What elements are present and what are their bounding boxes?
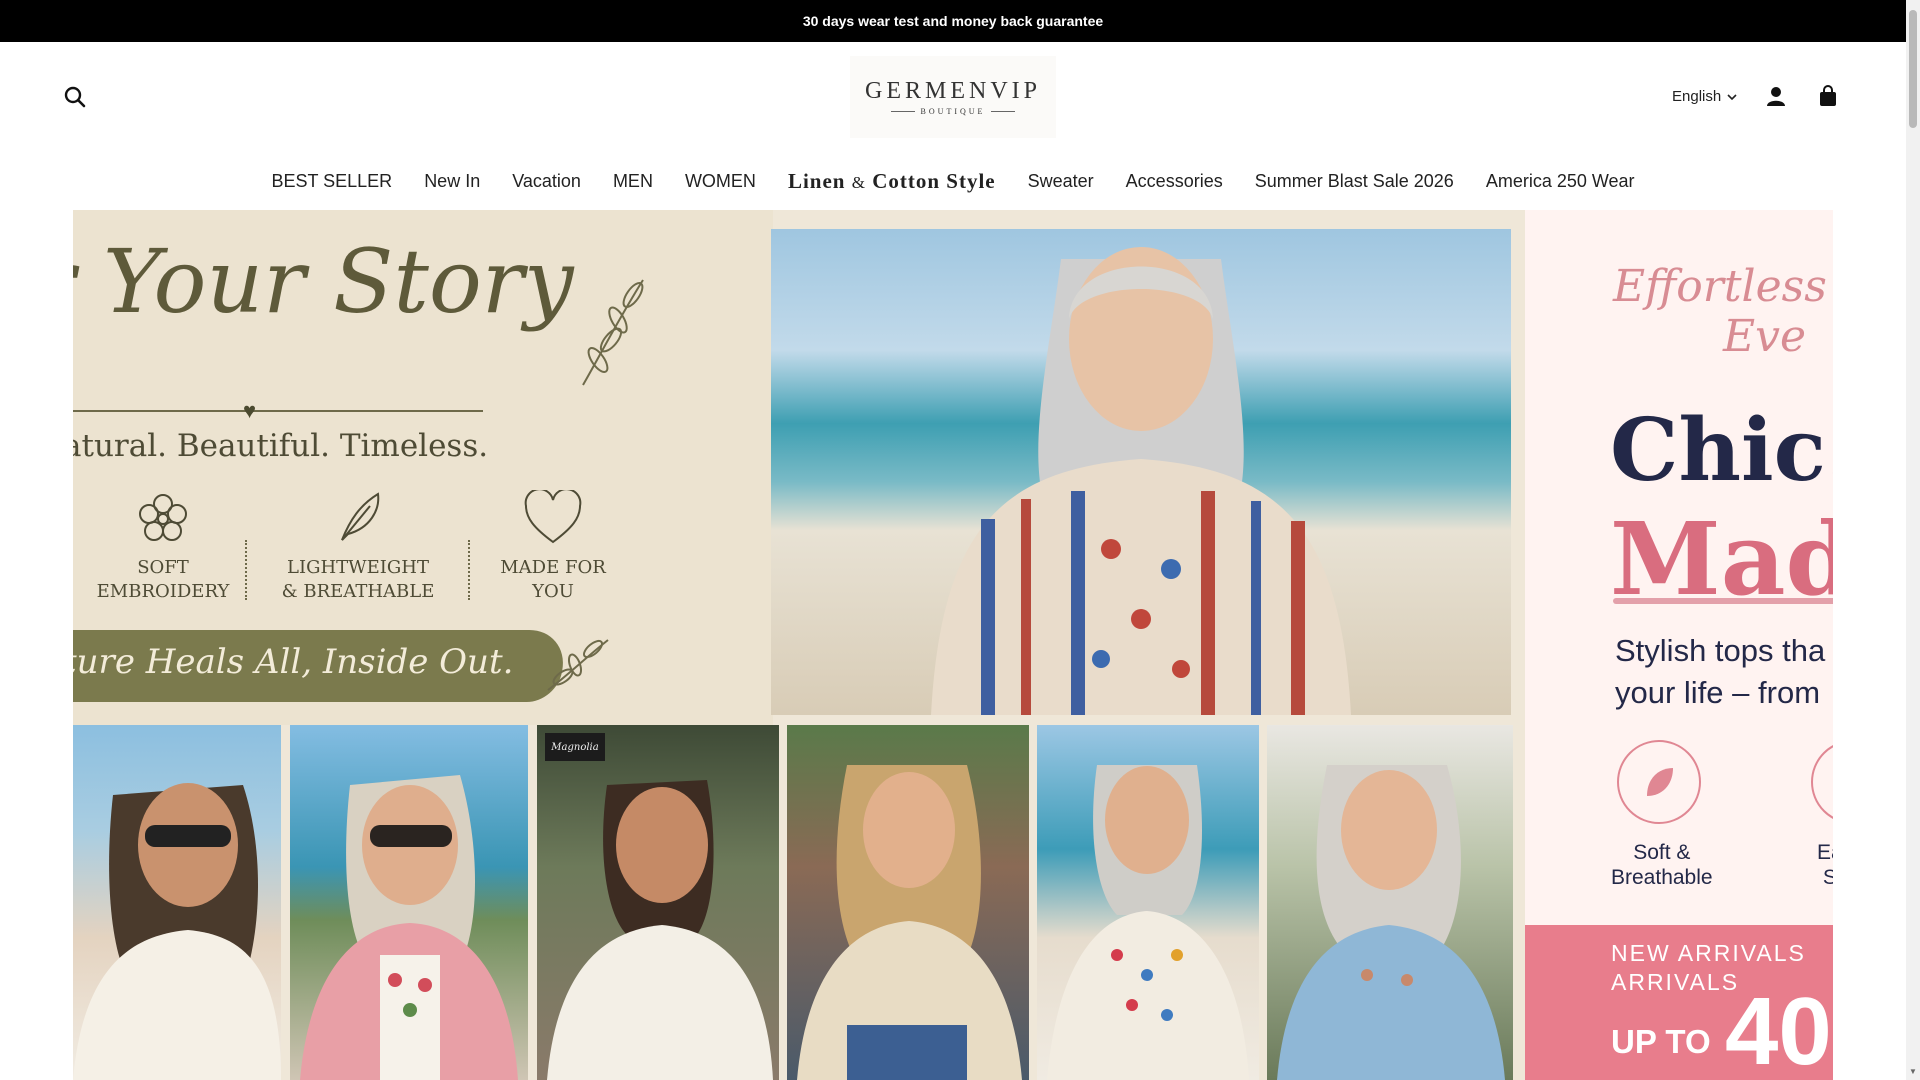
model-photo-illustration — [547, 780, 773, 1080]
search-icon — [64, 86, 86, 108]
feature-soft-embroidery: SOFT EMBROIDERY — [78, 490, 248, 604]
promo-feature-badge — [1811, 740, 1833, 824]
search-button[interactable] — [64, 86, 88, 110]
promo-script: Effortless S Eve — [1613, 262, 1833, 362]
photo-tile-3: Magnolia — [537, 725, 779, 1080]
site-logo[interactable]: GERMENVIP BOUTIQUE — [850, 56, 1056, 138]
promo-discount: 40 — [1725, 978, 1832, 1080]
scroll-down-arrow-icon[interactable]: ▼ — [1909, 1067, 1917, 1076]
nav-america-250-wear[interactable]: America 250 Wear — [1486, 171, 1635, 192]
logo-rule — [890, 111, 915, 112]
promo-underline — [1613, 598, 1833, 604]
promo-feature-label: Soft & Breathable — [1611, 840, 1713, 890]
feature-made-for-you: MADE FOR YOU — [468, 490, 638, 604]
account-icon — [1767, 87, 1785, 106]
logo-subtitle: BOUTIQUE — [920, 107, 986, 116]
promo-feature-label: Ea S — [1817, 840, 1833, 890]
promo-panel: Effortless S Eve Chic. Made Stylish tops… — [1525, 210, 1833, 1080]
logo-sub-row: BOUTIQUE — [890, 107, 1016, 116]
feature-label-l2: EMBROIDERY — [96, 581, 230, 602]
model-photo-illustration — [73, 783, 281, 1080]
promo-band-l2: ARRIVALS — [1611, 969, 1740, 995]
scroll-thumb[interactable] — [1909, 10, 1917, 128]
promo-feature-l1: Ea — [1817, 841, 1833, 864]
model-photo-illustration — [1277, 765, 1505, 1080]
promo-feature-l2: S — [1822, 866, 1833, 889]
language-label: English — [1672, 88, 1722, 105]
nav-linen-label: Linen — [787, 168, 846, 193]
nav-amp: & — [851, 172, 866, 192]
model-photo-illustration — [931, 247, 1351, 715]
photo-strip: Magnolia — [73, 725, 1513, 1080]
promo-feature-badge — [1617, 740, 1701, 824]
feature-label-l2: YOU — [532, 581, 574, 602]
photo-tile-5 — [1037, 725, 1259, 1080]
chevron-down-icon — [1727, 93, 1737, 100]
promo-copy: Stylish tops tha your life – from — [1615, 630, 1825, 714]
cart-button[interactable] — [1817, 85, 1841, 109]
language-selector[interactable]: English — [1672, 88, 1737, 105]
model-photo-illustration — [1047, 765, 1249, 1080]
photo-tile-6 — [1267, 725, 1513, 1080]
hero-main-photo — [771, 229, 1511, 715]
feather-icon — [341, 492, 380, 541]
story-tagline: atural. Beautiful. Timeless. — [73, 428, 489, 464]
hero-banner[interactable]: r Your Story ♥ atural. Beautiful. Timele… — [73, 210, 1833, 1080]
logo-rule — [991, 111, 1016, 112]
account-button[interactable] — [1765, 85, 1789, 109]
promo-script-l2: Eve — [1723, 311, 1807, 362]
announcement-text: 30 days wear test and money back guarant… — [802, 13, 1104, 29]
promo-feature-l2: Breathable — [1611, 866, 1713, 889]
promo-band-l1: NEW ARRIVALS — [1611, 940, 1806, 966]
photo-tile-4 — [787, 725, 1029, 1080]
ornament-divider — [73, 410, 483, 412]
nav-sweater[interactable]: Sweater — [1028, 171, 1094, 192]
leaf-icon — [1647, 768, 1673, 796]
promo-copy-l2: your life – from — [1615, 675, 1821, 710]
promo-chic: Chic. — [1610, 400, 1833, 501]
nav-accessories[interactable]: Accessories — [1126, 171, 1223, 192]
leaf-sprig-icon — [547, 639, 609, 691]
nav-vacation[interactable]: Vacation — [512, 171, 581, 192]
nav-linen-cotton-style[interactable]: Linen & Cotton Style — [788, 169, 996, 194]
nav-new-in[interactable]: New In — [424, 171, 480, 192]
main-nav: BEST SELLER New In Vacation MEN WOMEN Li… — [0, 160, 1906, 202]
story-panel: r Your Story ♥ atural. Beautiful. Timele… — [73, 210, 773, 725]
model-photo-illustration — [300, 775, 518, 1080]
leaf-icon — [582, 279, 644, 386]
brush-banner-text: ture Heals All, Inside Out. — [73, 642, 514, 682]
promo-script-l1: Effortless S — [1613, 261, 1833, 312]
announcement-bar: 30 days wear test and money back guarant… — [0, 0, 1906, 42]
nav-best-seller[interactable]: BEST SELLER — [271, 171, 392, 192]
nav-men[interactable]: MEN — [613, 171, 653, 192]
heart-icon — [524, 490, 582, 544]
heart-ornament-icon: ♥ — [243, 398, 257, 423]
nav-summer-blast-sale[interactable]: Summer Blast Sale 2026 — [1255, 171, 1454, 192]
shop-sign: Magnolia — [545, 733, 605, 761]
nav-women[interactable]: WOMEN — [685, 171, 756, 192]
feature-label-l1: SOFT — [137, 557, 189, 578]
page-scrollbar[interactable]: ▼ — [1906, 0, 1920, 1080]
promo-copy-l1: Stylish tops tha — [1615, 633, 1826, 668]
feature-label-l2: & BREATHABLE — [281, 581, 435, 602]
feature-separator — [245, 540, 247, 600]
model-photo-illustration — [797, 765, 1022, 1080]
nav-cotton-label: Cotton Style — [872, 168, 996, 193]
photo-tile-1 — [73, 725, 281, 1080]
promo-sale-band: NEW ARRIVALS ARRIVALS UP TO 40 — [1525, 925, 1833, 1080]
site-header: GERMENVIP BOUTIQUE English — [0, 42, 1906, 150]
feature-label-l1: MADE FOR — [500, 557, 606, 578]
cart-icon — [1820, 85, 1836, 106]
feature-label-l1: LIGHTWEIGHT — [287, 557, 429, 578]
feature-lightweight: LIGHTWEIGHT & BREATHABLE — [273, 490, 443, 604]
photo-tile-2 — [290, 725, 528, 1080]
promo-upto: UP TO — [1611, 1023, 1711, 1060]
promo-feature-l1: Soft & — [1633, 841, 1691, 864]
story-script-title: r Your Story — [73, 230, 574, 333]
logo-wordmark: GERMENVIP — [864, 78, 1041, 104]
flower-icon — [139, 494, 187, 541]
